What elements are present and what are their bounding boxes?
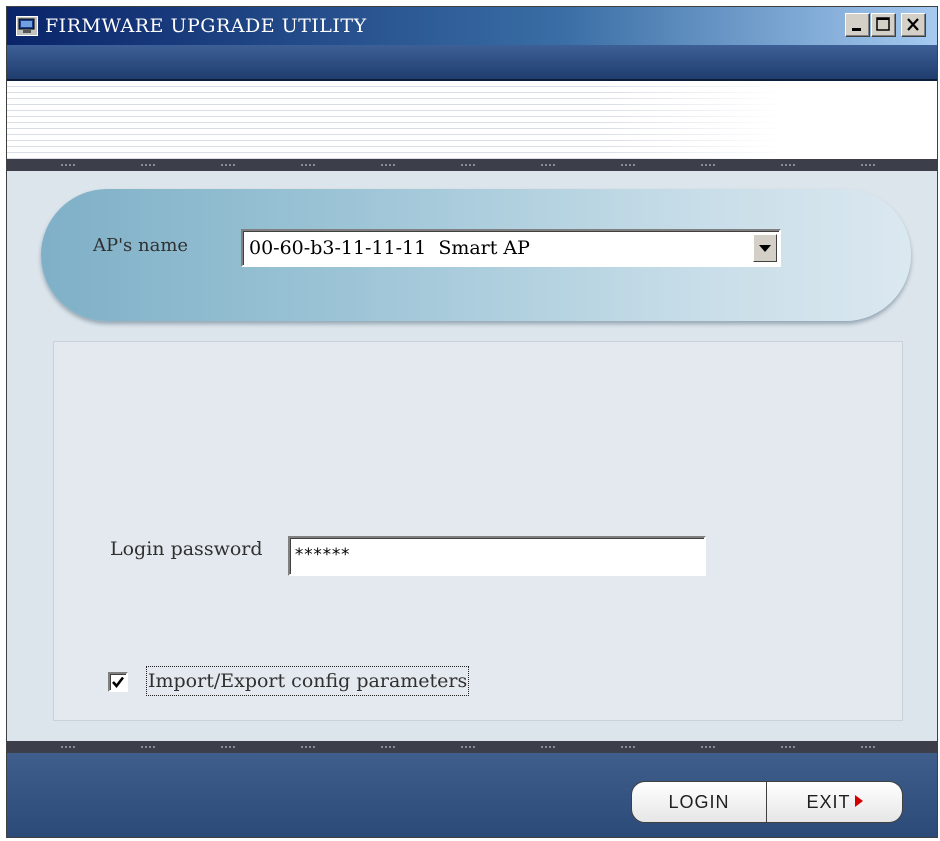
import-export-checkbox[interactable] bbox=[108, 672, 128, 692]
striped-banner bbox=[7, 81, 937, 159]
maximize-icon bbox=[876, 17, 890, 31]
ap-selector-panel: AP's name 00-60-b3-11-11-11 Smart AP bbox=[41, 189, 911, 321]
title-bar[interactable]: FIRMWARE UPGRADE UTILITY bbox=[7, 7, 937, 45]
login-panel: Login password ****** Import/Export conf… bbox=[53, 341, 903, 721]
checkmark-icon bbox=[112, 676, 125, 689]
ap-name-label: AP's name bbox=[93, 235, 189, 256]
exit-button-label: EXIT bbox=[806, 792, 851, 812]
close-button[interactable] bbox=[901, 13, 926, 37]
dropdown-button[interactable] bbox=[753, 234, 777, 262]
exit-button[interactable]: EXIT bbox=[767, 781, 903, 823]
maximize-button[interactable] bbox=[871, 13, 896, 37]
firmware-upgrade-window: FIRMWARE UPGRADE UTILITY AP's name 00-60… bbox=[6, 6, 938, 838]
login-button-label: LOGIN bbox=[668, 792, 730, 812]
import-export-label[interactable]: Import/Export config parameters bbox=[146, 666, 470, 696]
close-icon bbox=[907, 18, 919, 31]
ap-name-dropdown[interactable]: 00-60-b3-11-11-11 Smart AP bbox=[241, 229, 781, 267]
header-band bbox=[7, 45, 937, 81]
login-password-field[interactable]: ****** bbox=[288, 536, 706, 576]
window-title: FIRMWARE UPGRADE UTILITY bbox=[45, 15, 367, 37]
bottom-divider bbox=[7, 741, 937, 753]
play-arrow-icon bbox=[854, 795, 863, 807]
minimize-icon bbox=[852, 28, 861, 31]
login-button[interactable]: LOGIN bbox=[631, 781, 767, 823]
login-password-value: ****** bbox=[294, 545, 350, 565]
ap-name-selected-value: 00-60-b3-11-11-11 Smart AP bbox=[249, 237, 530, 259]
top-divider bbox=[7, 159, 937, 171]
chevron-down-icon bbox=[759, 245, 771, 252]
main-content: AP's name 00-60-b3-11-11-11 Smart AP Log… bbox=[7, 171, 937, 741]
app-icon[interactable] bbox=[16, 16, 38, 36]
login-password-label: Login password bbox=[110, 538, 263, 560]
footer-bar: LOGIN EXIT bbox=[7, 753, 937, 837]
minimize-button[interactable] bbox=[845, 13, 870, 37]
